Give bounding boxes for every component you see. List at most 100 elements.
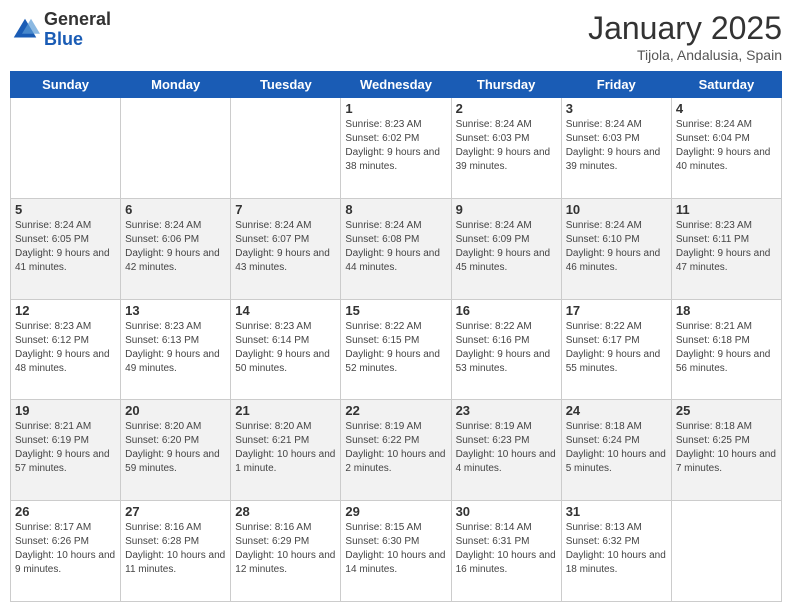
logo-general: General	[44, 10, 111, 30]
calendar-cell: 3 Sunrise: 8:24 AM Sunset: 6:03 PM Daylig…	[561, 98, 671, 199]
day-header-monday: Monday	[121, 72, 231, 98]
day-number: 15	[345, 303, 446, 318]
day-number: 5	[15, 202, 116, 217]
day-info: Sunrise: 8:24 AM Sunset: 6:06 PM Dayligh…	[125, 219, 226, 275]
day-info: Sunrise: 8:22 AM Sunset: 6:16 PM Dayligh…	[456, 320, 557, 376]
day-number: 22	[345, 403, 446, 418]
week-row-2: 12Sunrise: 8:23 AM Sunset: 6:12 PM Dayli…	[11, 299, 782, 400]
calendar-cell: 4 Sunrise: 8:24 AM Sunset: 6:04 PM Daylig…	[671, 98, 781, 199]
calendar-cell: 13 Sunrise: 8:23 AM Sunset: 6:13 PM Dayli…	[121, 299, 231, 400]
day-info: Sunrise: 8:16 AM Sunset: 6:29 PM Dayligh…	[235, 521, 336, 577]
logo-text: General Blue	[44, 10, 111, 50]
day-info: Sunrise: 8:19 AM Sunset: 6:22 PM Dayligh…	[345, 420, 446, 476]
calendar-cell	[231, 98, 341, 199]
calendar-cell: 6 Sunrise: 8:24 AM Sunset: 6:06 PM Daylig…	[121, 198, 231, 299]
calendar-cell: 27Sunrise: 8:16 AM Sunset: 6:28 PM Dayli…	[121, 501, 231, 602]
day-info: Sunrise: 8:24 AM Sunset: 6:08 PM Dayligh…	[345, 219, 446, 275]
day-info: Sunrise: 8:24 AM Sunset: 6:10 PM Dayligh…	[566, 219, 667, 275]
day-info: Sunrise: 8:24 AM Sunset: 6:03 PM Dayligh…	[456, 118, 557, 174]
day-number: 9	[456, 202, 557, 217]
calendar-cell: 28 Sunrise: 8:16 AM Sunset: 6:29 PM Dayli…	[231, 501, 341, 602]
calendar-cell: 18 Sunrise: 8:21 AM Sunset: 6:18 PM Dayli…	[671, 299, 781, 400]
week-row-3: 19Sunrise: 8:21 AM Sunset: 6:19 PM Dayli…	[11, 400, 782, 501]
month-title: January 2025	[588, 10, 782, 47]
day-number: 29	[345, 504, 446, 519]
calendar-cell	[11, 98, 121, 199]
calendar-table: SundayMondayTuesdayWednesdayThursdayFrid…	[10, 71, 782, 602]
day-number: 21	[235, 403, 336, 418]
week-row-4: 26 Sunrise: 8:17 AM Sunset: 6:26 PM Dayli…	[11, 501, 782, 602]
day-number: 26	[15, 504, 116, 519]
day-info: Sunrise: 8:18 AM Sunset: 6:25 PM Dayligh…	[676, 420, 777, 476]
calendar-cell	[671, 501, 781, 602]
day-number: 30	[456, 504, 557, 519]
calendar-cell: 26 Sunrise: 8:17 AM Sunset: 6:26 PM Dayli…	[11, 501, 121, 602]
calendar-cell: 25 Sunrise: 8:18 AM Sunset: 6:25 PM Dayli…	[671, 400, 781, 501]
day-header-friday: Friday	[561, 72, 671, 98]
day-info: Sunrise: 8:20 AM Sunset: 6:20 PM Dayligh…	[125, 420, 226, 476]
calendar-cell: 10Sunrise: 8:24 AM Sunset: 6:10 PM Dayli…	[561, 198, 671, 299]
week-row-1: 5Sunrise: 8:24 AM Sunset: 6:05 PM Daylig…	[11, 198, 782, 299]
day-info: Sunrise: 8:24 AM Sunset: 6:09 PM Dayligh…	[456, 219, 557, 275]
day-info: Sunrise: 8:13 AM Sunset: 6:32 PM Dayligh…	[566, 521, 667, 577]
day-info: Sunrise: 8:24 AM Sunset: 6:03 PM Dayligh…	[566, 118, 667, 174]
calendar-cell: 20Sunrise: 8:20 AM Sunset: 6:20 PM Dayli…	[121, 400, 231, 501]
calendar-cell: 24 Sunrise: 8:18 AM Sunset: 6:24 PM Dayli…	[561, 400, 671, 501]
day-header-tuesday: Tuesday	[231, 72, 341, 98]
day-info: Sunrise: 8:15 AM Sunset: 6:30 PM Dayligh…	[345, 521, 446, 577]
day-number: 1	[345, 101, 446, 116]
day-number: 18	[676, 303, 777, 318]
calendar-cell: 8Sunrise: 8:24 AM Sunset: 6:08 PM Daylig…	[341, 198, 451, 299]
calendar-cell	[121, 98, 231, 199]
day-number: 17	[566, 303, 667, 318]
day-number: 6	[125, 202, 226, 217]
calendar-cell: 21 Sunrise: 8:20 AM Sunset: 6:21 PM Dayli…	[231, 400, 341, 501]
day-number: 28	[235, 504, 336, 519]
day-info: Sunrise: 8:18 AM Sunset: 6:24 PM Dayligh…	[566, 420, 667, 476]
logo-icon	[10, 15, 40, 45]
day-info: Sunrise: 8:19 AM Sunset: 6:23 PM Dayligh…	[456, 420, 557, 476]
day-header-saturday: Saturday	[671, 72, 781, 98]
day-header-wednesday: Wednesday	[341, 72, 451, 98]
day-number: 3	[566, 101, 667, 116]
calendar-cell: 12Sunrise: 8:23 AM Sunset: 6:12 PM Dayli…	[11, 299, 121, 400]
day-number: 4	[676, 101, 777, 116]
days-header-row: SundayMondayTuesdayWednesdayThursdayFrid…	[11, 72, 782, 98]
location: Tijola, Andalusia, Spain	[588, 47, 782, 63]
day-number: 14	[235, 303, 336, 318]
calendar-cell: 19Sunrise: 8:21 AM Sunset: 6:19 PM Dayli…	[11, 400, 121, 501]
calendar-cell: 23 Sunrise: 8:19 AM Sunset: 6:23 PM Dayli…	[451, 400, 561, 501]
day-info: Sunrise: 8:23 AM Sunset: 6:12 PM Dayligh…	[15, 320, 116, 376]
day-info: Sunrise: 8:23 AM Sunset: 6:13 PM Dayligh…	[125, 320, 226, 376]
day-number: 2	[456, 101, 557, 116]
calendar-cell: 29 Sunrise: 8:15 AM Sunset: 6:30 PM Dayli…	[341, 501, 451, 602]
day-number: 25	[676, 403, 777, 418]
calendar-cell: 7Sunrise: 8:24 AM Sunset: 6:07 PM Daylig…	[231, 198, 341, 299]
day-info: Sunrise: 8:14 AM Sunset: 6:31 PM Dayligh…	[456, 521, 557, 577]
calendar-cell: 30 Sunrise: 8:14 AM Sunset: 6:31 PM Dayli…	[451, 501, 561, 602]
day-info: Sunrise: 8:24 AM Sunset: 6:07 PM Dayligh…	[235, 219, 336, 275]
calendar-cell: 14Sunrise: 8:23 AM Sunset: 6:14 PM Dayli…	[231, 299, 341, 400]
day-info: Sunrise: 8:23 AM Sunset: 6:02 PM Dayligh…	[345, 118, 446, 174]
calendar-cell: 31 Sunrise: 8:13 AM Sunset: 6:32 PM Dayli…	[561, 501, 671, 602]
day-info: Sunrise: 8:20 AM Sunset: 6:21 PM Dayligh…	[235, 420, 336, 476]
calendar-cell: 16 Sunrise: 8:22 AM Sunset: 6:16 PM Dayli…	[451, 299, 561, 400]
calendar-cell: 1 Sunrise: 8:23 AM Sunset: 6:02 PM Daylig…	[341, 98, 451, 199]
week-row-0: 1 Sunrise: 8:23 AM Sunset: 6:02 PM Daylig…	[11, 98, 782, 199]
day-number: 27	[125, 504, 226, 519]
calendar-cell: 5Sunrise: 8:24 AM Sunset: 6:05 PM Daylig…	[11, 198, 121, 299]
day-number: 23	[456, 403, 557, 418]
title-area: January 2025 Tijola, Andalusia, Spain	[588, 10, 782, 63]
day-header-sunday: Sunday	[11, 72, 121, 98]
day-info: Sunrise: 8:24 AM Sunset: 6:04 PM Dayligh…	[676, 118, 777, 174]
day-number: 13	[125, 303, 226, 318]
day-info: Sunrise: 8:21 AM Sunset: 6:18 PM Dayligh…	[676, 320, 777, 376]
calendar-cell: 2 Sunrise: 8:24 AM Sunset: 6:03 PM Daylig…	[451, 98, 561, 199]
day-number: 24	[566, 403, 667, 418]
day-number: 19	[15, 403, 116, 418]
day-number: 31	[566, 504, 667, 519]
day-number: 16	[456, 303, 557, 318]
calendar-cell: 22 Sunrise: 8:19 AM Sunset: 6:22 PM Dayli…	[341, 400, 451, 501]
day-info: Sunrise: 8:17 AM Sunset: 6:26 PM Dayligh…	[15, 521, 116, 577]
day-number: 11	[676, 202, 777, 217]
